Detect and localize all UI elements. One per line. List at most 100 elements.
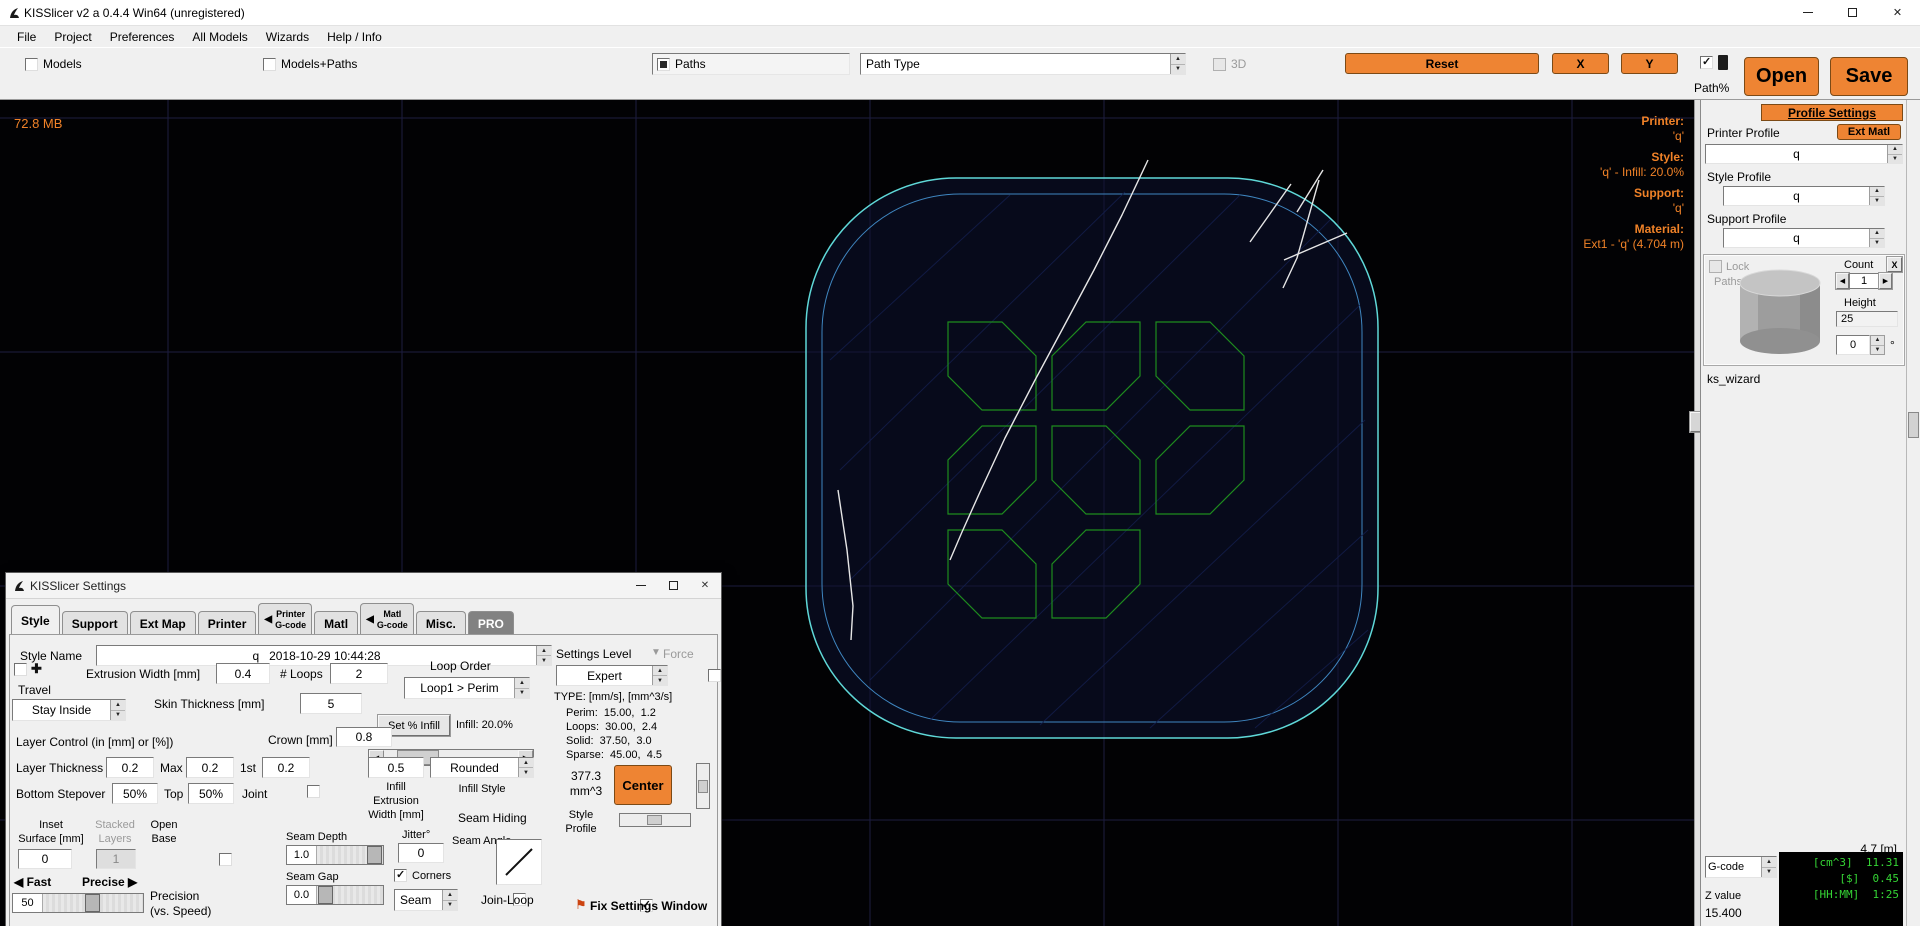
top-stepover-input[interactable]: 50% [188, 783, 234, 804]
corners-checkbox-box[interactable] [394, 869, 407, 882]
reset-button[interactable]: Reset [1345, 53, 1539, 74]
tab-printer[interactable]: Printer [198, 611, 257, 635]
inset-surface-input[interactable]: 0 [18, 849, 72, 869]
menu-preferences[interactable]: Preferences [101, 28, 184, 46]
models-checkbox-box[interactable] [25, 58, 38, 71]
count-spinner[interactable]: ◀ 1 ▶ [1836, 273, 1892, 289]
angle-stepper-icon[interactable] [1870, 335, 1885, 355]
precision-slider[interactable]: 50 [12, 893, 144, 913]
style-profile-dropdown[interactable]: q [1723, 186, 1885, 206]
seam-gap-slider-thumb[interactable] [318, 886, 333, 904]
layer-thickness-input[interactable]: 0.2 [106, 757, 154, 778]
save-button[interactable]: Save [1830, 57, 1908, 96]
minimize-button[interactable] [1785, 0, 1830, 25]
stepper-arrows-icon[interactable] [110, 700, 125, 720]
settings-window-titlebar[interactable]: KISSlicer Settings ✕ [6, 573, 721, 599]
path-percent-checkbox[interactable] [1700, 56, 1713, 69]
settings-level-checkbox[interactable] [708, 669, 721, 682]
stepper-arrows-icon[interactable] [536, 646, 551, 665]
models-paths-checkbox-box[interactable] [263, 58, 276, 71]
right-scrollbar[interactable] [1906, 100, 1920, 926]
tab-support[interactable]: Support [62, 611, 128, 635]
stepper-arrows-icon[interactable] [1869, 187, 1884, 205]
extrusion-width-input[interactable]: 0.4 [216, 663, 270, 684]
travel-dropdown[interactable]: Stay Inside [12, 699, 126, 721]
menu-help-info[interactable]: Help / Info [318, 28, 391, 46]
paths-checkbox-box[interactable] [657, 58, 670, 71]
x-axis-button[interactable]: X [1552, 53, 1609, 74]
stepper-arrows-icon[interactable] [442, 890, 457, 910]
menu-wizards[interactable]: Wizards [257, 28, 318, 46]
menu-file[interactable]: File [8, 28, 45, 46]
ext-matl-button[interactable]: Ext Matl [1837, 124, 1901, 140]
lock-paths-checkbox[interactable] [1709, 260, 1722, 273]
center-vertical-slider-thumb[interactable] [698, 780, 708, 793]
height-input[interactable]: 25 [1836, 311, 1898, 327]
open-base-checkbox[interactable] [219, 853, 232, 866]
num-loops-input[interactable]: 2 [330, 663, 388, 684]
three-d-checkbox-box[interactable] [1213, 58, 1226, 71]
angle-input[interactable]: 0 [1836, 335, 1870, 355]
seam-dropdown[interactable]: Seam [394, 889, 458, 911]
stepper-arrows-icon[interactable] [1887, 145, 1902, 163]
tab-printer-gcode[interactable]: ◀ Printer G-code [258, 603, 312, 635]
style-profile-slider-thumb[interactable] [647, 815, 662, 825]
models-checkbox[interactable]: Models [25, 57, 82, 71]
gcode-dropdown[interactable]: G-code [1705, 856, 1777, 878]
maximize-button[interactable] [1830, 0, 1875, 25]
settings-close-button[interactable]: ✕ [689, 573, 721, 598]
models-paths-checkbox[interactable]: Models+Paths [263, 57, 357, 71]
stacked-layers-input[interactable]: 1 [96, 849, 136, 869]
infill-extrusion-width-input[interactable]: 0.5 [368, 757, 424, 778]
open-button[interactable]: Open [1744, 57, 1819, 96]
precision-slider-thumb[interactable] [85, 894, 100, 912]
jitter-input[interactable]: 0 [398, 843, 444, 863]
seam-depth-slider-thumb[interactable] [367, 846, 382, 864]
tab-matl-gcode[interactable]: ◀ Matl G-code [360, 603, 414, 635]
support-profile-dropdown[interactable]: q [1723, 228, 1885, 248]
crown-input[interactable]: 0.8 [336, 727, 392, 747]
tab-matl[interactable]: Matl [314, 611, 358, 635]
tab-ext-map[interactable]: Ext Map [130, 611, 196, 635]
close-button[interactable]: ✕ [1875, 0, 1920, 25]
infill-style-dropdown[interactable]: Rounded [430, 757, 534, 778]
count-value[interactable]: 1 [1849, 273, 1879, 289]
settings-minimize-button[interactable] [625, 573, 657, 598]
menu-all-models[interactable]: All Models [183, 28, 256, 46]
printer-profile-dropdown[interactable]: q [1705, 144, 1903, 164]
add-icon[interactable]: ✚ [31, 661, 42, 677]
settings-maximize-button[interactable] [657, 573, 689, 598]
travel-checkbox[interactable] [14, 663, 27, 676]
stepper-arrows-icon[interactable] [518, 758, 533, 777]
group-close-button[interactable]: X [1887, 257, 1902, 272]
count-increment-icon[interactable]: ▶ [1879, 273, 1892, 289]
tab-pro[interactable]: PRO [468, 611, 514, 635]
menu-project[interactable]: Project [45, 28, 100, 46]
skin-thickness-input[interactable]: 5 [300, 693, 362, 714]
stepper-arrows-icon[interactable] [652, 666, 667, 685]
three-d-checkbox[interactable]: 3D [1213, 57, 1246, 71]
bottom-stepover-input[interactable]: 50% [112, 783, 158, 804]
y-axis-button[interactable]: Y [1621, 53, 1678, 74]
stepper-arrows-icon[interactable] [1869, 229, 1884, 247]
corners-checkbox[interactable]: Corners [394, 869, 451, 882]
first-layer-input[interactable]: 0.2 [262, 757, 310, 778]
seam-depth-slider[interactable]: 1.0 [286, 845, 384, 865]
max-thickness-input[interactable]: 0.2 [186, 757, 234, 778]
stepper-arrows-icon[interactable] [514, 678, 529, 698]
stepper-arrows-icon[interactable] [1761, 857, 1776, 877]
paths-toggle[interactable]: Paths [652, 53, 850, 75]
stepper-arrows-icon[interactable] [1170, 54, 1185, 74]
settings-level-dropdown[interactable]: Expert [556, 665, 668, 686]
style-profile-slider[interactable] [619, 813, 691, 827]
seam-angle-widget[interactable] [496, 839, 542, 885]
right-scrollbar-thumb[interactable] [1908, 412, 1919, 438]
seam-gap-slider[interactable]: 0.0 [286, 885, 384, 905]
joint-checkbox[interactable] [307, 785, 320, 798]
loop-order-dropdown[interactable]: Loop1 > Perim [404, 677, 530, 699]
center-button[interactable]: Center [614, 765, 672, 805]
profile-settings-header[interactable]: Profile Settings [1761, 104, 1903, 121]
count-decrement-icon[interactable]: ◀ [1836, 273, 1849, 289]
force-collapse-icon[interactable]: ▼ [651, 647, 661, 658]
tab-style[interactable]: Style [11, 605, 60, 635]
